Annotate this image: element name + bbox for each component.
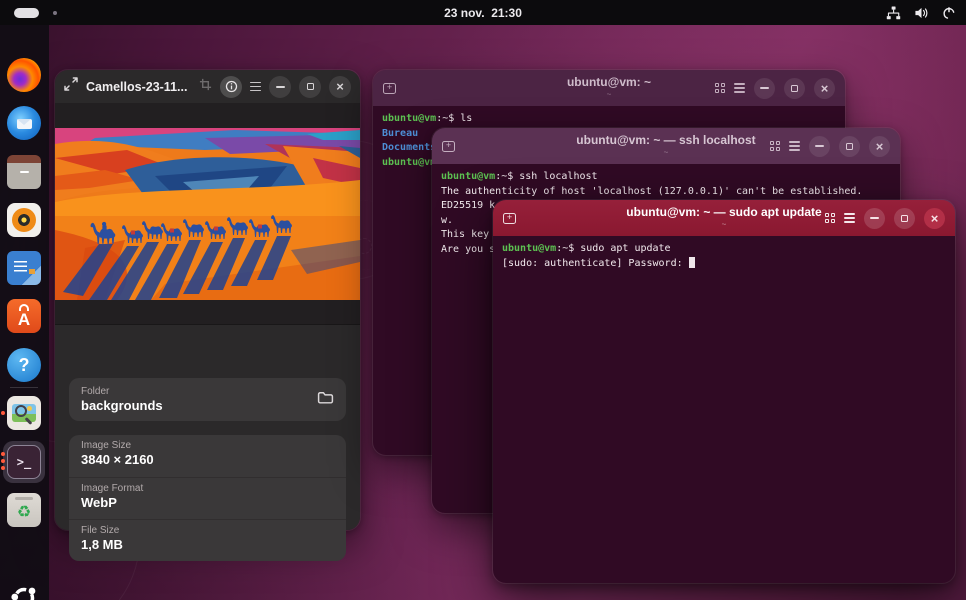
- trash-icon[interactable]: ♻: [7, 493, 41, 527]
- open-folder-icon[interactable]: [317, 390, 334, 410]
- maximize-button[interactable]: [784, 78, 805, 99]
- terminal3-content[interactable]: ubuntu@vm:~$ sudo apt update[sudo: authe…: [493, 236, 955, 583]
- system-status-area[interactable]: [886, 0, 956, 25]
- clock[interactable]: 23 nov. 21:30: [444, 6, 522, 20]
- workspace-indicator-active[interactable]: [14, 8, 39, 18]
- terminal-line: [sudo: authenticate] Password:: [502, 257, 955, 272]
- rhythmbox-icon[interactable]: [7, 203, 41, 237]
- terminal-line: ubuntu@vm:~$ sudo apt update: [502, 242, 955, 257]
- firefox-icon[interactable]: [7, 58, 41, 92]
- property-label: File Size: [81, 525, 334, 536]
- running-indicator-dot: [1, 452, 5, 456]
- window-title: ubuntu@vm: ~ — sudo apt update: [562, 205, 885, 219]
- window-title: Camellos-23-11...: [86, 80, 187, 94]
- folder-row[interactable]: Folder backgrounds: [69, 378, 346, 421]
- network-icon: [886, 6, 901, 20]
- menu-icon[interactable]: [844, 213, 855, 223]
- close-button[interactable]: ×: [329, 76, 351, 98]
- divider: [55, 324, 360, 325]
- close-button[interactable]: ×: [924, 208, 945, 229]
- close-button[interactable]: ×: [869, 136, 890, 157]
- property-label: Image Size: [81, 440, 334, 451]
- minimize-button[interactable]: [269, 76, 291, 98]
- property-row: Image Size 3840 × 2160: [69, 435, 346, 477]
- image-viewer-window: Camellos-23-11... ×: [55, 70, 360, 530]
- fullscreen-icon[interactable]: [64, 77, 78, 96]
- thunderbird-icon[interactable]: [7, 106, 41, 140]
- volume-icon: [914, 6, 929, 20]
- terminal2-titlebar: + ubuntu@vm: ~ — ssh localhost ~ ×: [432, 128, 900, 164]
- terminal-line: The authenticity of host 'localhost (127…: [441, 185, 900, 200]
- terminal-line: ubuntu@vm:~$ ssh localhost: [441, 170, 900, 185]
- window-subtitle: ~: [562, 220, 885, 229]
- tab-overview-icon[interactable]: [715, 83, 725, 93]
- info-button[interactable]: [220, 76, 242, 98]
- close-button[interactable]: ×: [814, 78, 835, 99]
- folder-label: Folder: [81, 386, 163, 397]
- tab-overview-icon[interactable]: [770, 141, 780, 151]
- maximize-button[interactable]: [894, 208, 915, 229]
- menu-icon[interactable]: [734, 83, 745, 93]
- app-center-icon[interactable]: A: [7, 299, 41, 333]
- crop-icon[interactable]: [199, 78, 212, 96]
- show-apps-ubuntu-icon[interactable]: [7, 581, 41, 600]
- dock: A ? >_ ♻: [0, 25, 49, 600]
- property-value: WebP: [81, 495, 334, 510]
- new-tab-icon[interactable]: +: [442, 141, 455, 152]
- new-tab-icon[interactable]: +: [383, 83, 396, 94]
- menu-icon[interactable]: [250, 82, 261, 92]
- maximize-button[interactable]: [299, 76, 321, 98]
- terminal-dock-icon[interactable]: >_: [7, 445, 41, 479]
- terminal3-titlebar: + ubuntu@vm: ~ — sudo apt update ~ ×: [493, 200, 955, 236]
- window-subtitle: ~: [502, 148, 830, 157]
- running-indicator-dot: [1, 466, 5, 470]
- tab-overview-icon[interactable]: [825, 213, 835, 223]
- folder-value: backgrounds: [81, 398, 163, 413]
- desktop: Camellos-23-11... ×: [0, 0, 966, 600]
- property-value: 1,8 MB: [81, 537, 334, 552]
- libreoffice-writer-icon[interactable]: [7, 251, 41, 285]
- terminal-line: ubuntu@vm:~$ ls: [382, 112, 845, 127]
- terminal-window-3: + ubuntu@vm: ~ — sudo apt update ~ × ubu…: [493, 200, 955, 583]
- top-bar: 23 nov. 21:30: [0, 0, 966, 25]
- image-properties-panel: Folder backgrounds Image Size 3840 × 216…: [55, 358, 360, 530]
- image-canvas[interactable]: [55, 103, 360, 324]
- window-title: ubuntu@vm: ~ — ssh localhost: [502, 133, 830, 147]
- terminal1-titlebar: + ubuntu@vm: ~ ~ ×: [373, 70, 845, 106]
- running-indicator-dot: [1, 411, 5, 415]
- files-icon[interactable]: [7, 155, 41, 189]
- property-row: File Size 1,8 MB: [69, 519, 346, 561]
- property-row: Image Format WebP: [69, 477, 346, 519]
- workspace-indicator-dot[interactable]: [53, 11, 57, 15]
- image-viewer-titlebar: Camellos-23-11... ×: [55, 70, 360, 103]
- camel-artwork-image: [55, 128, 360, 300]
- running-indicator-dot: [1, 459, 5, 463]
- maximize-button[interactable]: [839, 136, 860, 157]
- dock-separator: [10, 387, 38, 388]
- new-tab-icon[interactable]: +: [503, 213, 516, 224]
- image-details-card: Image Size 3840 × 2160 Image Format WebP…: [69, 435, 346, 561]
- property-value: 3840 × 2160: [81, 452, 334, 467]
- property-label: Image Format: [81, 483, 334, 494]
- help-icon[interactable]: ?: [7, 348, 41, 382]
- power-icon: [942, 6, 956, 20]
- image-viewer-dock-icon[interactable]: [7, 396, 41, 430]
- menu-icon[interactable]: [789, 141, 800, 151]
